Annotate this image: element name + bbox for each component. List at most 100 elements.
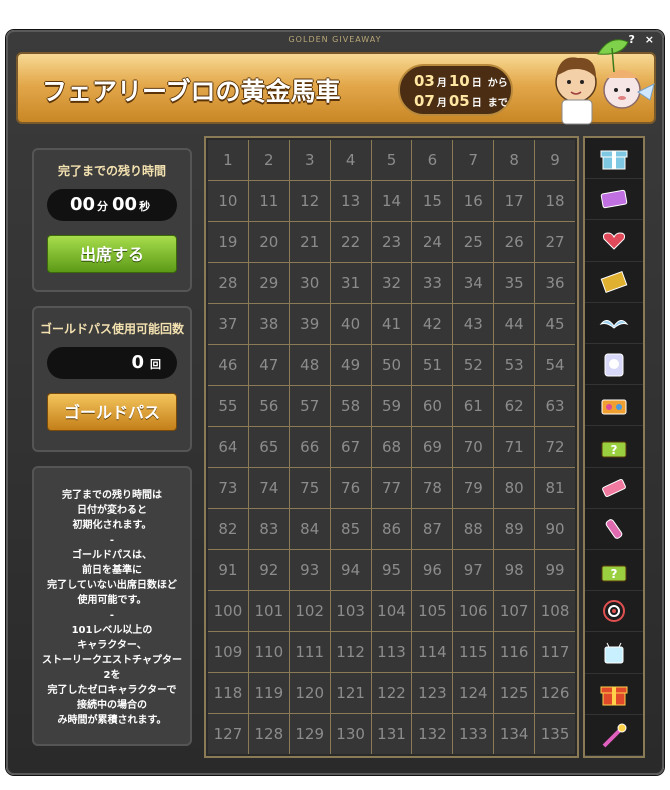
reward-slot[interactable]: ? [585, 550, 643, 592]
day-cell[interactable]: 58 [330, 386, 371, 426]
day-cell[interactable]: 37 [208, 304, 248, 344]
day-cell[interactable]: 28 [208, 263, 248, 303]
day-cell[interactable]: 46 [208, 345, 248, 385]
reward-slot[interactable] [585, 509, 643, 550]
day-cell[interactable]: 98 [494, 550, 535, 590]
day-cell[interactable]: 66 [289, 427, 330, 467]
day-cell[interactable]: 70 [453, 427, 494, 467]
day-cell[interactable]: 100 [208, 591, 248, 631]
day-cell[interactable]: 20 [248, 222, 289, 262]
day-cell[interactable]: 72 [535, 427, 575, 467]
day-cell[interactable]: 26 [494, 222, 535, 262]
day-cell[interactable]: 22 [330, 222, 371, 262]
day-cell[interactable]: 113 [371, 632, 412, 672]
day-cell[interactable]: 62 [494, 386, 535, 426]
day-cell[interactable]: 133 [453, 714, 494, 754]
day-cell[interactable]: 10 [208, 181, 248, 221]
reward-slot[interactable] [585, 220, 643, 262]
day-cell[interactable]: 27 [535, 222, 575, 262]
day-cell[interactable]: 65 [248, 427, 289, 467]
reward-slot[interactable] [585, 715, 643, 756]
day-cell[interactable]: 101 [248, 591, 289, 631]
day-cell[interactable]: 121 [330, 673, 371, 713]
day-cell[interactable]: 103 [330, 591, 371, 631]
day-cell[interactable]: 42 [412, 304, 453, 344]
day-cell[interactable]: 131 [371, 714, 412, 754]
day-cell[interactable]: 8 [494, 140, 535, 180]
day-cell[interactable]: 120 [289, 673, 330, 713]
day-cell[interactable]: 68 [371, 427, 412, 467]
day-cell[interactable]: 86 [371, 509, 412, 549]
day-cell[interactable]: 132 [412, 714, 453, 754]
day-cell[interactable]: 92 [248, 550, 289, 590]
day-cell[interactable]: 128 [248, 714, 289, 754]
day-cell[interactable]: 122 [371, 673, 412, 713]
day-cell[interactable]: 115 [453, 632, 494, 672]
day-cell[interactable]: 79 [453, 468, 494, 508]
day-cell[interactable]: 134 [494, 714, 535, 754]
day-cell[interactable]: 124 [453, 673, 494, 713]
day-cell[interactable]: 117 [535, 632, 575, 672]
day-cell[interactable]: 126 [535, 673, 575, 713]
day-cell[interactable]: 11 [248, 181, 289, 221]
day-cell[interactable]: 107 [494, 591, 535, 631]
day-cell[interactable]: 16 [453, 181, 494, 221]
day-cell[interactable]: 13 [330, 181, 371, 221]
reward-slot[interactable] [585, 303, 643, 344]
day-cell[interactable]: 74 [248, 468, 289, 508]
day-cell[interactable]: 34 [453, 263, 494, 303]
gold-pass-button[interactable]: ゴールドパス [47, 393, 177, 431]
day-cell[interactable]: 88 [453, 509, 494, 549]
reward-slot[interactable] [585, 591, 643, 633]
day-cell[interactable]: 55 [208, 386, 248, 426]
day-cell[interactable]: 51 [412, 345, 453, 385]
day-cell[interactable]: 129 [289, 714, 330, 754]
day-cell[interactable]: 56 [248, 386, 289, 426]
day-cell[interactable]: 4 [330, 140, 371, 180]
day-cell[interactable]: 135 [535, 714, 575, 754]
day-cell[interactable]: 39 [289, 304, 330, 344]
day-cell[interactable]: 1 [208, 140, 248, 180]
day-cell[interactable]: 130 [330, 714, 371, 754]
day-cell[interactable]: 38 [248, 304, 289, 344]
day-cell[interactable]: 85 [330, 509, 371, 549]
day-cell[interactable]: 63 [535, 386, 575, 426]
day-cell[interactable]: 31 [330, 263, 371, 303]
day-cell[interactable]: 29 [248, 263, 289, 303]
day-cell[interactable]: 97 [453, 550, 494, 590]
day-cell[interactable]: 99 [535, 550, 575, 590]
day-cell[interactable]: 7 [453, 140, 494, 180]
day-cell[interactable]: 45 [535, 304, 575, 344]
day-cell[interactable]: 12 [289, 181, 330, 221]
day-cell[interactable]: 105 [412, 591, 453, 631]
day-cell[interactable]: 32 [371, 263, 412, 303]
day-cell[interactable]: 123 [412, 673, 453, 713]
day-cell[interactable]: 71 [494, 427, 535, 467]
day-cell[interactable]: 90 [535, 509, 575, 549]
day-cell[interactable]: 96 [412, 550, 453, 590]
day-cell[interactable]: 73 [208, 468, 248, 508]
day-cell[interactable]: 80 [494, 468, 535, 508]
day-cell[interactable]: 14 [371, 181, 412, 221]
day-cell[interactable]: 18 [535, 181, 575, 221]
day-cell[interactable]: 41 [371, 304, 412, 344]
reward-slot[interactable] [585, 632, 643, 674]
day-cell[interactable]: 43 [453, 304, 494, 344]
day-cell[interactable]: 48 [289, 345, 330, 385]
reward-slot[interactable] [585, 138, 643, 180]
day-cell[interactable]: 60 [412, 386, 453, 426]
day-cell[interactable]: 95 [371, 550, 412, 590]
day-cell[interactable]: 87 [412, 509, 453, 549]
day-cell[interactable]: 119 [248, 673, 289, 713]
day-cell[interactable]: 30 [289, 263, 330, 303]
reward-slot[interactable] [585, 262, 643, 303]
day-cell[interactable]: 106 [453, 591, 494, 631]
day-cell[interactable]: 77 [371, 468, 412, 508]
day-cell[interactable]: 108 [535, 591, 575, 631]
day-cell[interactable]: 25 [453, 222, 494, 262]
day-cell[interactable]: 19 [208, 222, 248, 262]
day-cell[interactable]: 47 [248, 345, 289, 385]
day-cell[interactable]: 109 [208, 632, 248, 672]
day-cell[interactable]: 91 [208, 550, 248, 590]
day-cell[interactable]: 33 [412, 263, 453, 303]
